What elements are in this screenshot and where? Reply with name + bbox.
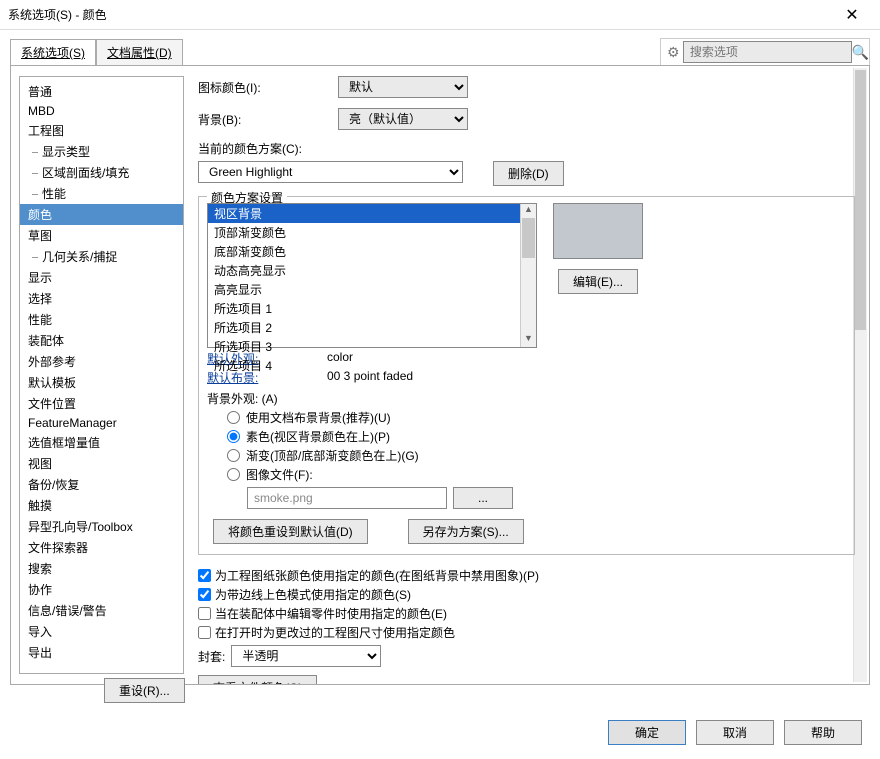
color-preview-swatch <box>553 203 643 259</box>
help-button[interactable]: 帮助 <box>784 720 862 745</box>
view-file-colors-button[interactable]: 查看文件颜色(G) <box>198 675 317 684</box>
gear-icon: ⚙ <box>667 44 680 61</box>
ok-button[interactable]: 确定 <box>608 720 686 745</box>
scroll-down-icon[interactable]: ▼ <box>521 333 536 347</box>
sidebar-item[interactable]: 触摸 <box>20 495 183 516</box>
sidebar-item[interactable]: 显示 <box>20 267 183 288</box>
check-assembly-edit[interactable]: 当在装配体中编辑零件时使用指定的颜色(E) <box>198 605 855 622</box>
sidebar-item[interactable]: 几何关系/捕捉 <box>20 246 183 267</box>
search-icon: 🔍 <box>852 44 869 61</box>
check-changed-dims[interactable]: 在打开时为更改过的工程图尺寸使用指定颜色 <box>198 624 855 641</box>
scheme-list-item[interactable]: 视区背景 <box>208 204 536 223</box>
sidebar-item[interactable]: 外部参考 <box>20 351 183 372</box>
sidebar-item[interactable]: 选值框增量值 <box>20 432 183 453</box>
settings-panel: 图标颜色(I): 默认 背景(B): 亮（默认值） 当前的颜色方案(C): Gr… <box>184 66 869 684</box>
sidebar-item[interactable]: 协作 <box>20 579 183 600</box>
icon-color-label: 图标颜色(I): <box>198 79 338 96</box>
radio-image[interactable]: 图像文件(F): <box>227 466 846 483</box>
browse-button[interactable]: ... <box>453 487 513 509</box>
search-input[interactable] <box>683 41 852 63</box>
icon-color-select[interactable]: 默认 <box>338 76 468 98</box>
background-label: 背景(B): <box>198 111 338 128</box>
sidebar-item[interactable]: 普通 <box>20 81 183 102</box>
delete-button[interactable]: 删除(D) <box>493 161 564 186</box>
scheme-list-item[interactable]: 所选项目 2 <box>208 318 536 337</box>
image-file-input[interactable] <box>247 487 447 509</box>
scheme-select[interactable]: Green Highlight <box>198 161 463 183</box>
tab-document-properties[interactable]: 文档属性(D) <box>96 39 183 65</box>
sidebar-item[interactable]: 装配体 <box>20 330 183 351</box>
sidebar-item[interactable]: 显示类型 <box>20 141 183 162</box>
sidebar-item[interactable]: 默认模板 <box>20 372 183 393</box>
sidebar-item[interactable]: 选择 <box>20 288 183 309</box>
list-scrollbar[interactable]: ▲ ▼ <box>520 204 536 347</box>
sidebar-item[interactable]: 搜索 <box>20 558 183 579</box>
radio-doc-scene[interactable]: 使用文档布景背景(推荐)(U) <box>227 409 846 426</box>
sidebar-item[interactable]: FeatureManager <box>20 414 183 432</box>
scheme-settings-group: 颜色方案设置 视区背景顶部渐变颜色底部渐变颜色动态高亮显示高亮显示所选项目 1所… <box>198 196 855 555</box>
scheme-label: 当前的颜色方案(C): <box>198 140 855 157</box>
sidebar-item[interactable]: 备份/恢复 <box>20 474 183 495</box>
background-select[interactable]: 亮（默认值） <box>338 108 468 130</box>
bg-appearance-label: 背景外观: (A) <box>207 390 846 407</box>
tab-system-options[interactable]: 系统选项(S) <box>10 39 96 65</box>
close-icon[interactable]: ✕ <box>832 5 872 25</box>
check-shaded-edges[interactable]: 为带边线上色模式使用指定的颜色(S) <box>198 586 855 603</box>
sidebar-item[interactable]: 性能 <box>20 183 183 204</box>
sidebar-item[interactable]: 性能 <box>20 309 183 330</box>
cancel-button[interactable]: 取消 <box>696 720 774 745</box>
scrollbar[interactable] <box>853 68 867 682</box>
sidebar-item[interactable]: 信息/错误/警告 <box>20 600 183 621</box>
scheme-list-item[interactable]: 所选项目 3 <box>208 337 536 356</box>
sidebar-item[interactable]: 视图 <box>20 453 183 474</box>
envelope-label: 封套: <box>198 648 225 665</box>
sidebar-item[interactable]: 工程图 <box>20 120 183 141</box>
scheme-list[interactable]: 视区背景顶部渐变颜色底部渐变颜色动态高亮显示高亮显示所选项目 1所选项目 2所选… <box>207 203 537 348</box>
scroll-up-icon[interactable]: ▲ <box>521 204 536 218</box>
scheme-list-item[interactable]: 所选项目 1 <box>208 299 536 318</box>
sidebar-item[interactable]: 文件位置 <box>20 393 183 414</box>
reset-button[interactable]: 重设(R)... <box>104 678 185 703</box>
radio-plain[interactable]: 素色(视区背景颜色在上)(P) <box>227 428 846 445</box>
envelope-select[interactable]: 半透明 <box>231 645 381 667</box>
check-drawing-paper[interactable]: 为工程图纸张颜色使用指定的颜色(在图纸背景中禁用图象)(P) <box>198 567 855 584</box>
window-title: 系统选项(S) - 颜色 <box>8 6 832 23</box>
scheme-list-item[interactable]: 所选项目 4 <box>208 356 536 375</box>
scheme-list-item[interactable]: 高亮显示 <box>208 280 536 299</box>
edit-button[interactable]: 编辑(E)... <box>558 269 638 294</box>
sidebar-item[interactable]: MBD <box>20 102 183 120</box>
scheme-list-item[interactable]: 顶部渐变颜色 <box>208 223 536 242</box>
sidebar-item[interactable]: 草图 <box>20 225 183 246</box>
save-scheme-button[interactable]: 另存为方案(S)... <box>408 519 524 544</box>
sidebar-item[interactable]: 颜色 <box>20 204 183 225</box>
scheme-list-item[interactable]: 动态高亮显示 <box>208 261 536 280</box>
scheme-list-item[interactable]: 底部渐变颜色 <box>208 242 536 261</box>
radio-gradient[interactable]: 渐变(顶部/底部渐变颜色在上)(G) <box>227 447 846 464</box>
sidebar-item[interactable]: 文件探索器 <box>20 537 183 558</box>
reset-colors-button[interactable]: 将颜色重设到默认值(D) <box>213 519 368 544</box>
category-tree[interactable]: 普通MBD工程图显示类型区域剖面线/填充性能颜色草图几何关系/捕捉显示选择性能装… <box>19 76 184 674</box>
search-options[interactable]: ⚙ 🔍 <box>660 38 870 66</box>
sidebar-item[interactable]: 导出 <box>20 642 183 663</box>
sidebar-item[interactable]: 异型孔向导/Toolbox <box>20 516 183 537</box>
sidebar-item[interactable]: 导入 <box>20 621 183 642</box>
sidebar-item[interactable]: 区域剖面线/填充 <box>20 162 183 183</box>
